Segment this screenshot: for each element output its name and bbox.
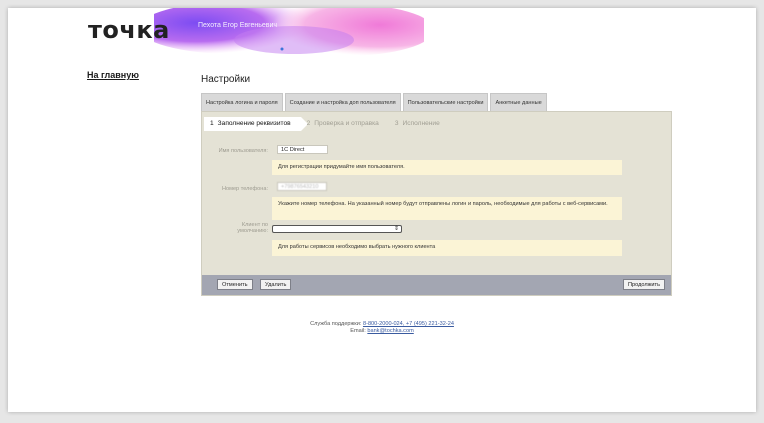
continue-button[interactable]: Продолжить [623,279,665,290]
delete-button[interactable]: Удалить [260,279,292,290]
support-label: Служба поддержки: [310,321,362,327]
step-number: 1 [210,120,214,127]
step-fill-details: 1 Заполнение реквизитов [204,117,308,131]
client-label: Клиент по умолчанию: [216,222,268,234]
username-input[interactable]: 1C Direct [277,145,328,154]
step-label: Проверка и отправка [314,120,379,127]
step-number: 2 [306,120,311,127]
phone-input[interactable]: +79876543210 [277,182,327,191]
step-number: 3 [394,120,399,127]
client-select[interactable]: ⇕ [272,225,402,233]
step-label: Исполнение [402,120,440,127]
username-hint: Для регистрации придумайте имя пользоват… [272,160,622,175]
username-label: Имя пользователя: [218,148,268,154]
tab-additional-user[interactable]: Создание и настройка доп пользователя [284,93,401,112]
panel-action-bar: Отменить Удалить Продолжить [202,275,671,295]
settings-panel: 1 Заполнение реквизитов 2 Проверка и отпра… [201,111,672,296]
tab-user-settings[interactable]: Пользовательские настройки [402,93,489,112]
wizard-steps: 1 Заполнение реквизитов 2 Проверка и отпра… [204,117,450,131]
client-label-line2: умолчанию: [237,228,268,234]
support-email-line: Email: bank@tochka.com [8,328,756,335]
tab-login-password[interactable]: Настройка логина и пароля [201,93,283,112]
page: точка Пехота Егор Евгеньевич На главную … [8,8,756,412]
support-phones-line: Служба поддержки: 8-800-2000-024, +7 (49… [8,321,756,328]
step-execution: 3 Исполнение [389,117,450,131]
home-link[interactable]: На главную [87,70,139,80]
phone-hint: Укажите номер телефона. На указанный ном… [272,197,622,220]
email-label: Email: [350,328,366,334]
watercolor-header-splash [154,8,424,56]
tab-profile-data[interactable]: Анкетные данные [490,93,547,112]
user-name: Пехота Егор Евгеньевич [198,22,278,29]
support-email-link[interactable]: bank@tochka.com [367,328,413,334]
support-phones-link[interactable]: 8-800-2000-024, +7 (495) 221-32-24 [363,321,454,327]
select-arrows-icon: ⇕ [393,226,399,232]
phone-label: Номер телефона: [221,186,268,192]
settings-tabs: Настройка логина и пароля Создание и нас… [201,93,547,112]
step-check-send: 2 Проверка и отправка [301,117,389,131]
page-title: Настройки [201,74,251,85]
cancel-button[interactable]: Отменить [217,279,253,290]
support-info: Служба поддержки: 8-800-2000-024, +7 (49… [8,321,756,335]
step-label: Заполнение реквизитов [217,120,291,127]
logo: точка [88,16,170,44]
client-hint: Для работы сервисов необходимо выбрать н… [272,240,622,256]
